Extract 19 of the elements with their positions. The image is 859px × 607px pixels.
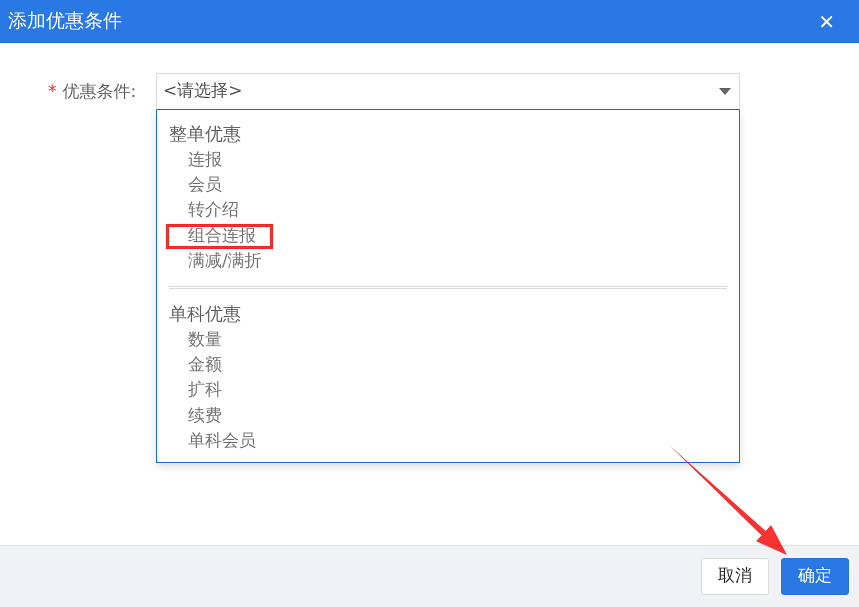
dropdown-option[interactable]: 金额 [169, 353, 222, 378]
close-button[interactable]: ✕ [814, 12, 839, 32]
dropdown-option[interactable]: 组合连报 [166, 224, 273, 249]
dropdown-option[interactable]: 连报 [169, 148, 222, 174]
field-label: * 优惠条件: [48, 81, 138, 104]
group-label: 单科优惠 [169, 303, 241, 328]
confirm-button[interactable]: 确定 [781, 558, 849, 595]
dropdown-option[interactable]: 满减/满折 [169, 248, 262, 274]
dropdown-option[interactable]: 续费 [169, 404, 222, 429]
group-label: 整单优惠 [169, 123, 241, 147]
caret-icon [719, 88, 731, 95]
dropdown-option[interactable]: 数量 [169, 328, 222, 354]
window-title: 添加优惠条件 [8, 9, 122, 34]
dropdown-option[interactable]: 会员 [169, 173, 222, 198]
cancel-button[interactable]: 取消 [701, 558, 769, 595]
dropdown-option[interactable]: 扩科 [169, 378, 222, 404]
dropdown-option[interactable]: 转介绍 [169, 198, 239, 224]
select-field[interactable]: <请选择> [156, 73, 740, 110]
dropdown-option[interactable]: 单科会员 [169, 428, 256, 454]
